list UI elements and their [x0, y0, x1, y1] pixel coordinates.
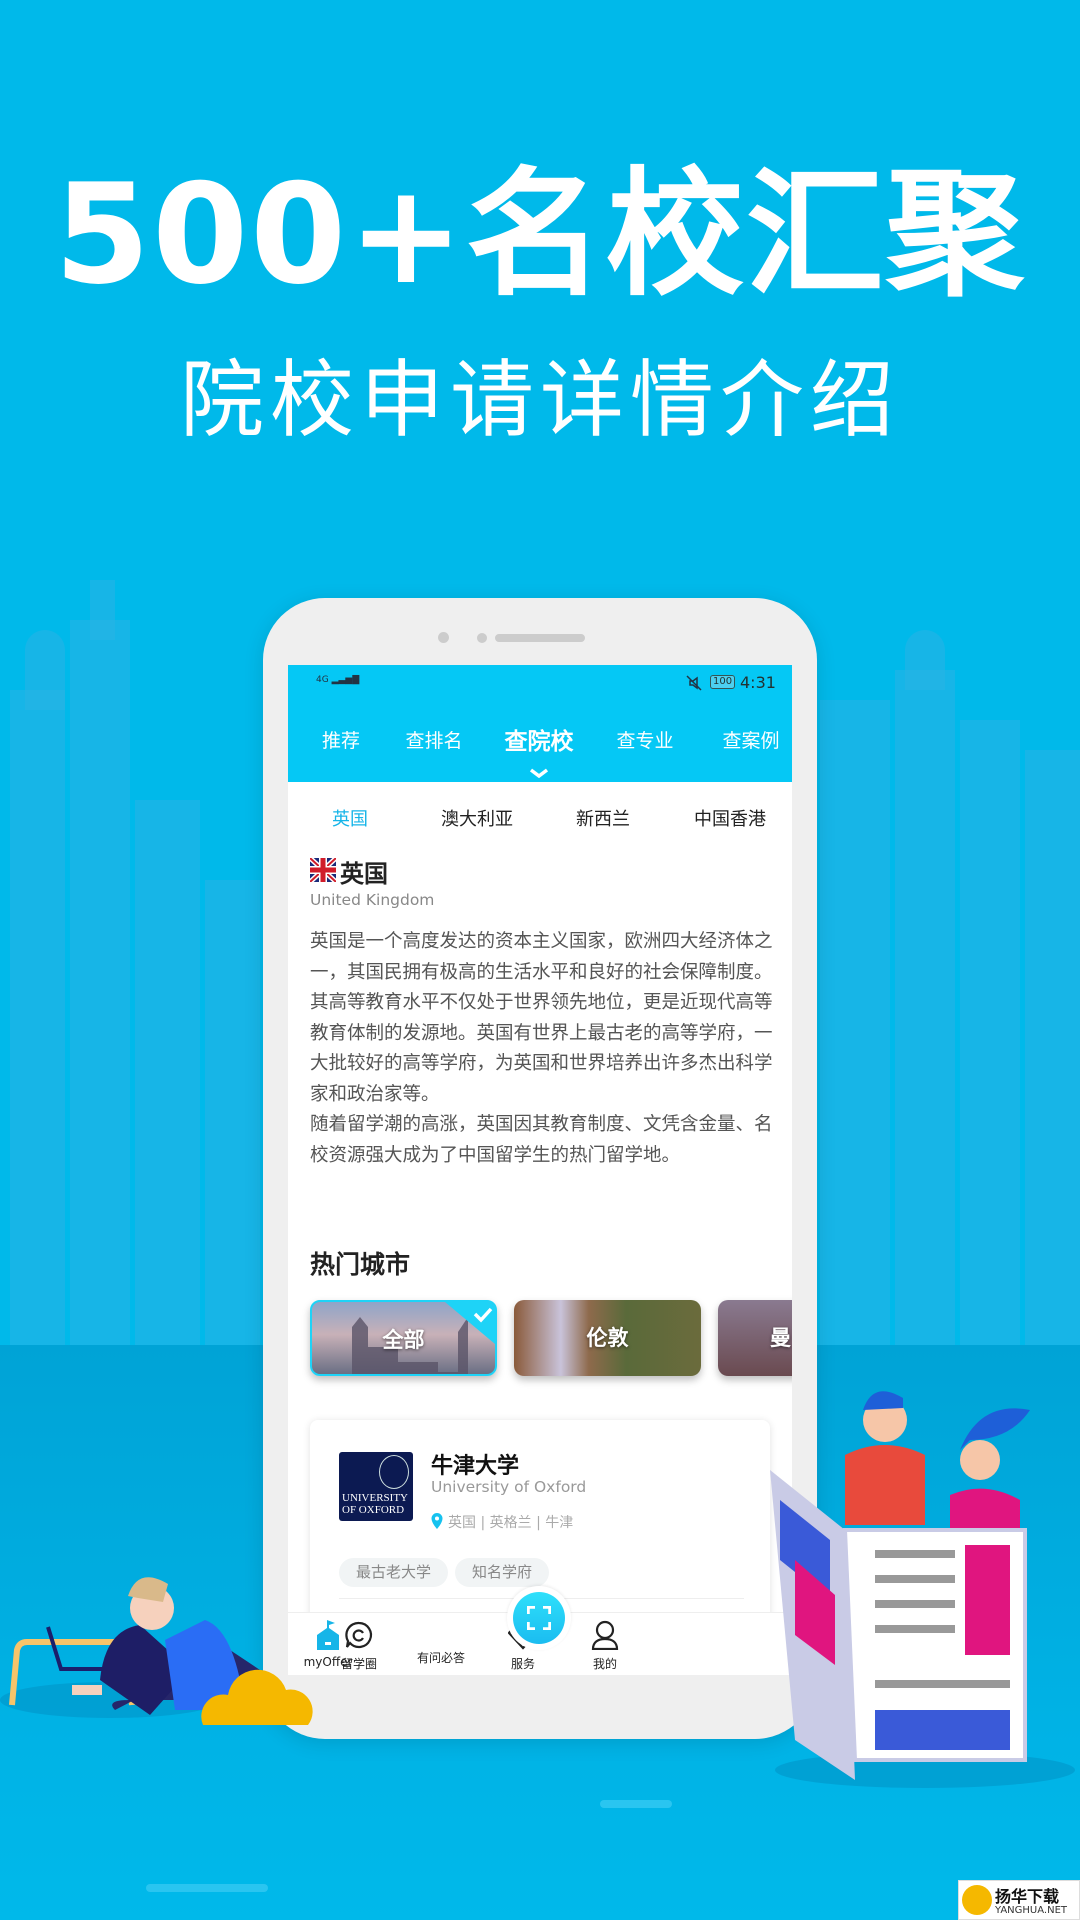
nav-me[interactable]: 我的: [565, 1613, 645, 1675]
bottom-decor-bar: [146, 1884, 268, 1892]
tag-famous-institution: 知名学府: [455, 1558, 550, 1587]
mute-icon: [686, 675, 702, 691]
battery-icon: 100: [710, 675, 736, 689]
sensor-dot: [477, 633, 487, 643]
nav-label: 有问必答: [416, 1651, 465, 1665]
top-tab-bar: 推荐 查排名 查院校 查专业 查案例: [288, 700, 792, 782]
people-reading-newspaper-illustration: [770, 1391, 1075, 1788]
tab-majors[interactable]: 查专业: [616, 726, 673, 753]
status-bar: 4G ▂▃▅▇ 100 4:31: [288, 665, 792, 700]
camera-dot: [438, 632, 449, 643]
city-label: 曼: [770, 1326, 791, 1350]
university-location: 英国 | 英格兰 | 牛津: [448, 1515, 574, 1531]
skyline-left: [0, 580, 260, 1350]
tab-recommend[interactable]: 推荐: [322, 726, 360, 753]
bottom-decor-bar: [600, 1800, 672, 1808]
nav-study-circle[interactable]: 留学圈: [319, 1613, 399, 1675]
speaker-bar: [495, 634, 585, 642]
check-corner-icon: [445, 1302, 495, 1344]
city-card-manchester[interactable]: 曼: [718, 1300, 792, 1376]
country-english-name: United Kingdom: [310, 891, 435, 909]
tab-cases[interactable]: 查案例: [722, 726, 779, 753]
city-card-london[interactable]: 伦敦: [514, 1300, 701, 1376]
network-type: 4G: [316, 675, 329, 685]
app-screen: 4G ▂▃▅▇ 100 4:31 推荐 查排名 查院校 查专业 查案例 英国 澳…: [288, 665, 792, 1675]
university-name: 牛津大学: [431, 1454, 520, 1479]
city-card-all[interactable]: 全部: [310, 1300, 497, 1376]
qa-center-button[interactable]: [507, 1586, 571, 1650]
country-title: 英国: [340, 860, 388, 888]
nav-label: 我的: [592, 1657, 617, 1671]
cloud-illustration: [201, 1669, 313, 1725]
nav-qa[interactable]: 有问必答: [401, 1613, 481, 1675]
user-icon: [591, 1620, 619, 1650]
promo-headline: 500+名校汇聚: [54, 154, 1026, 315]
country-tab-uk[interactable]: 英国: [332, 805, 368, 831]
tab-schools[interactable]: 查院校: [505, 722, 574, 756]
scan-icon: [527, 1606, 551, 1630]
nav-label: 留学圈: [340, 1657, 377, 1671]
watermark-cn: 扬华下载: [995, 1887, 1060, 1906]
watermark-en: YANGHUA.NET: [995, 1905, 1067, 1916]
watermark-badge-icon: [962, 1885, 992, 1915]
country-tab-hong-kong[interactable]: 中国香港: [694, 805, 766, 831]
skyline-right: [820, 620, 1080, 1345]
country-tab-australia[interactable]: 澳大利亚: [441, 805, 513, 831]
uk-flag-icon: [310, 858, 336, 882]
signal-icon: 4G ▂▃▅▇: [316, 675, 360, 685]
tab-rankings[interactable]: 查排名: [405, 726, 462, 753]
scan-button-circle: [513, 1592, 565, 1644]
logo-text: UNIVERSITY OF OXFORD: [342, 1492, 408, 1516]
clock: 4:31: [740, 673, 776, 692]
hot-cities-title: 热门城市: [310, 1250, 411, 1279]
watermark-logo: 扬华下载 YANGHUA.NET: [958, 1880, 1080, 1920]
country-tab-new-zealand[interactable]: 新西兰: [576, 805, 630, 831]
university-english-name: University of Oxford: [431, 1478, 587, 1496]
country-description: 英国是一个高度发达的资本主义国家，欧洲四大经济体之一，其国民拥有极高的生活水平和…: [310, 931, 773, 1166]
tag-oldest-university: 最古老大学: [339, 1558, 449, 1587]
nav-label: 服务: [510, 1657, 535, 1671]
city-label: 伦敦: [586, 1326, 629, 1350]
chevron-down-icon: [529, 768, 549, 778]
location-pin-icon: [431, 1513, 443, 1529]
promo-subheadline: 院校申请详情介绍: [179, 351, 900, 449]
chat-circle-icon: [345, 1621, 373, 1649]
oxford-logo: UNIVERSITY OF OXFORD: [339, 1452, 413, 1521]
crest-icon: [379, 1455, 409, 1489]
